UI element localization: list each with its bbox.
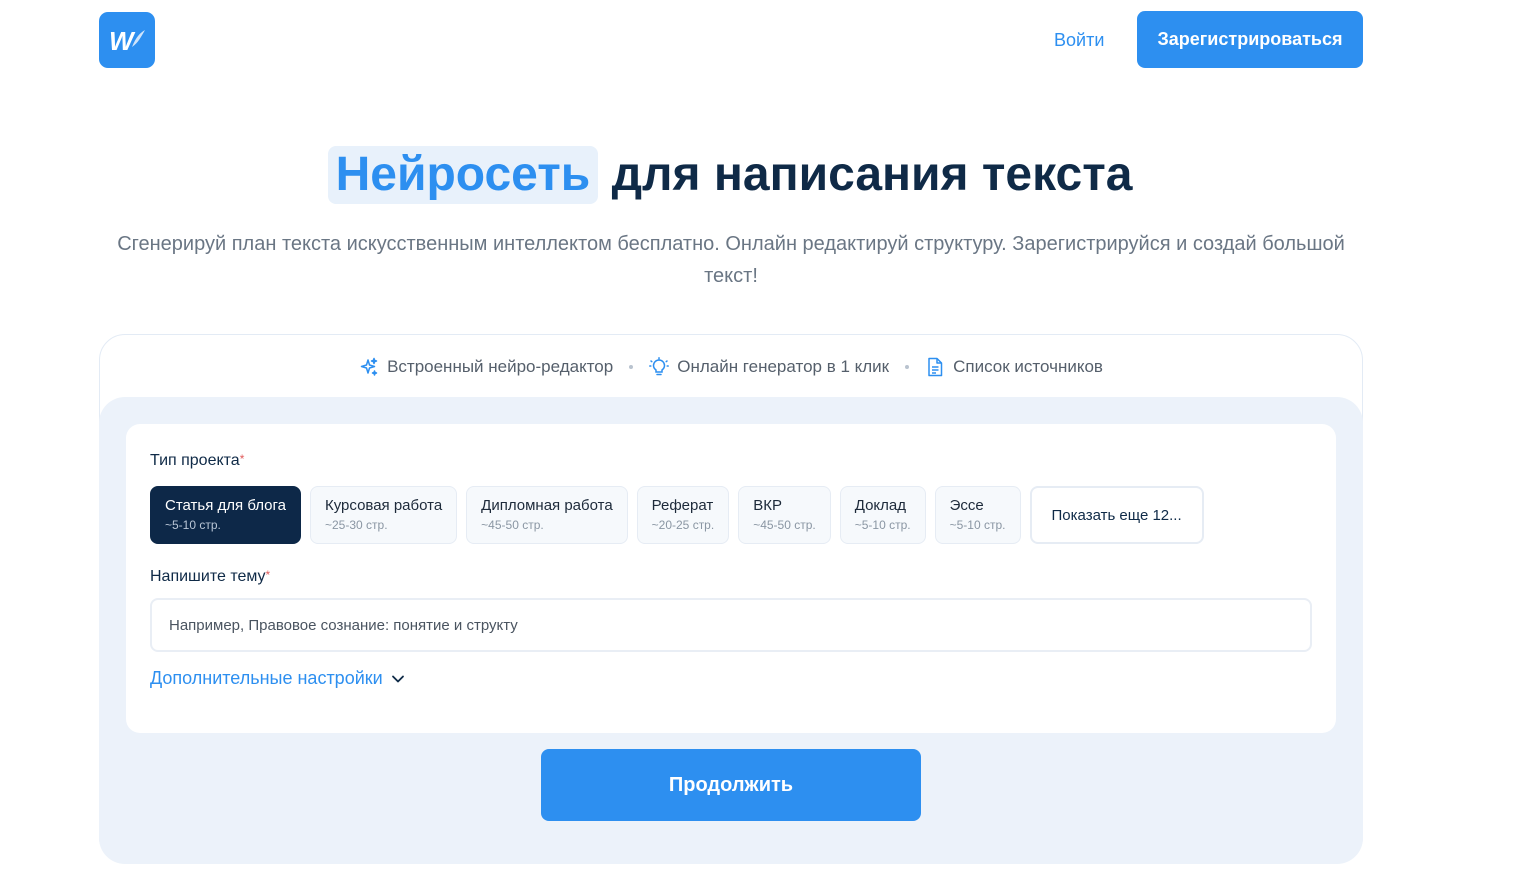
topic-input[interactable] — [150, 598, 1312, 652]
svg-text:W: W — [109, 26, 136, 55]
form-panel: Тип проекта* Статья для блога ~5-10 стр.… — [99, 397, 1363, 864]
login-link[interactable]: Войти — [1054, 28, 1104, 52]
chevron-down-icon — [391, 675, 404, 682]
logo-w-icon: W — [109, 26, 145, 55]
topic-label: Напишите тему* — [150, 568, 271, 585]
title-highlight: Нейросеть — [327, 146, 599, 204]
project-type-label: Тип проекта* — [150, 452, 245, 469]
sparkles-icon — [360, 357, 378, 376]
logo[interactable]: W — [99, 12, 155, 68]
form-card: Тип проекта* Статья для блога ~5-10 стр.… — [126, 424, 1336, 733]
feature-sources: Список источников — [925, 357, 1103, 377]
required-mark: * — [265, 568, 271, 582]
separator-dot — [629, 365, 634, 369]
page-subtitle: Сгенерируй план текста искусственным инт… — [117, 233, 1345, 287]
signup-button[interactable]: Зарегистрироваться — [1137, 11, 1363, 68]
more-settings-toggle[interactable]: Дополнительные настройки — [150, 668, 405, 689]
header: W Войти Зарегистрироваться — [0, 0, 1521, 80]
project-type-essay[interactable]: Эссе ~5-10 стр. — [934, 486, 1021, 544]
more-settings-label: Дополнительные настройки — [150, 668, 383, 688]
required-mark: * — [239, 452, 245, 466]
lightbulb-icon — [649, 357, 670, 376]
features-bar: Встроенный нейро-редактор Онлайн генерат… — [100, 335, 1362, 399]
page-title: Нейросеть для написания текста — [0, 140, 1460, 210]
feature-label: Список источников — [953, 357, 1103, 376]
project-type-blog-article[interactable]: Статья для блога ~5-10 стр. — [150, 486, 301, 544]
feature-label: Онлайн генератор в 1 клик — [677, 357, 890, 376]
show-more-button[interactable]: Показать еще 12... — [1029, 486, 1204, 544]
project-type-coursework[interactable]: Курсовая работа ~25-30 стр. — [309, 486, 458, 544]
generator-card: Встроенный нейро-редактор Онлайн генерат… — [99, 334, 1363, 864]
document-icon — [928, 357, 943, 377]
separator-dot — [905, 365, 910, 369]
project-type-diploma[interactable]: Дипломная работа ~45-50 стр. — [466, 486, 628, 544]
title-rest: для написания текста — [598, 148, 1133, 201]
project-type-selector: Статья для блога ~5-10 стр. Курсовая раб… — [150, 486, 1204, 544]
feature-label: Встроенный нейро-редактор — [387, 357, 614, 376]
project-type-report[interactable]: Доклад ~5-10 стр. — [839, 486, 926, 544]
feature-one-click: Онлайн генератор в 1 клик — [649, 357, 889, 377]
feature-neuro-editor: Встроенный нейро-редактор — [359, 357, 613, 377]
project-type-essay-report[interactable]: Реферат ~20-25 стр. — [636, 486, 730, 544]
continue-button[interactable]: Продолжить — [541, 749, 921, 821]
project-type-vkr[interactable]: ВКР ~45-50 стр. — [738, 486, 831, 544]
